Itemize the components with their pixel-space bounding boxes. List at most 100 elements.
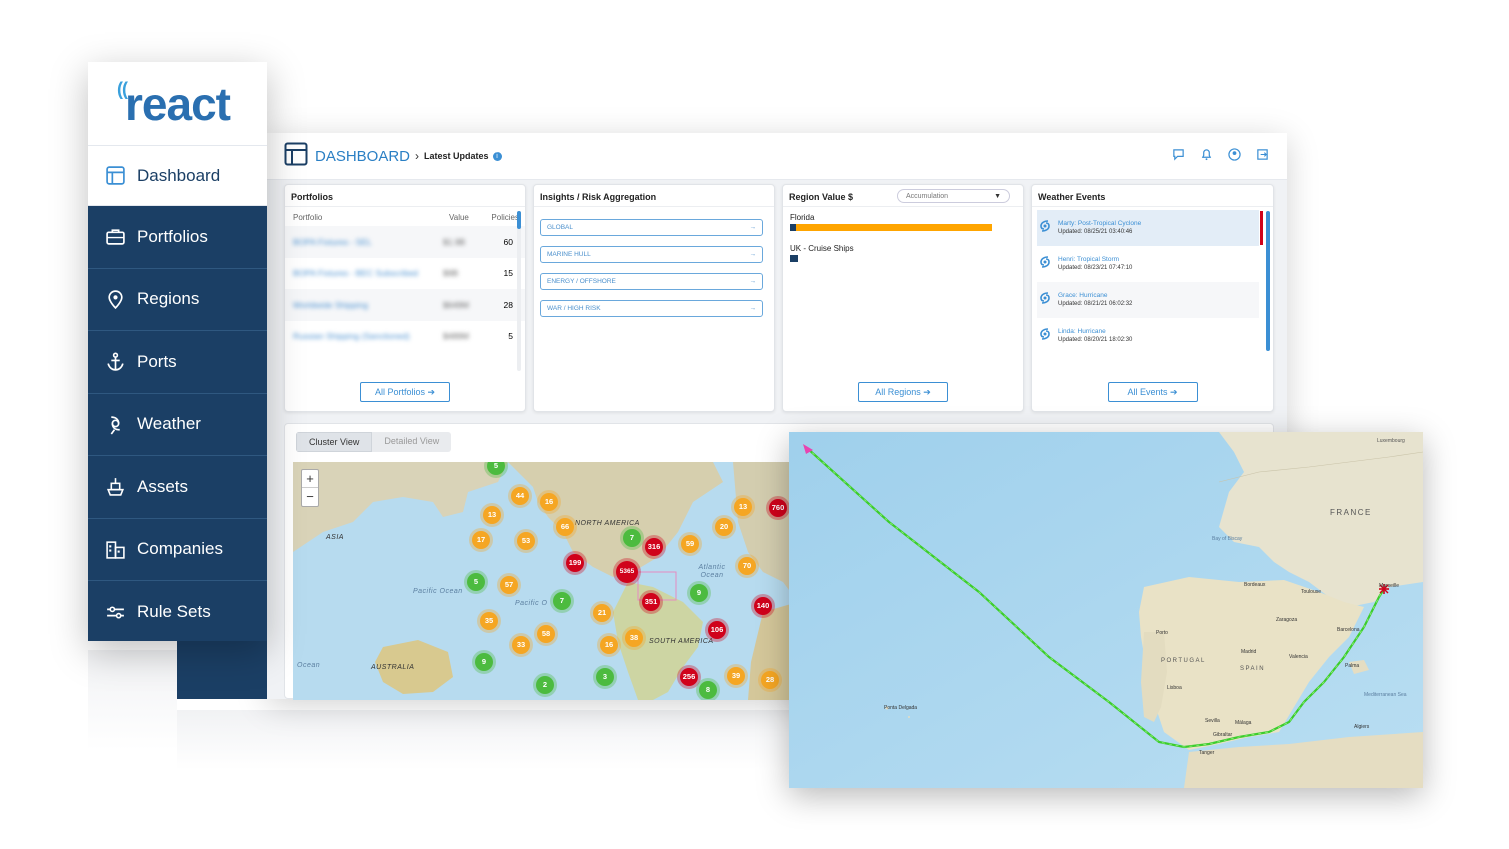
sidebar-item-weather[interactable]: Weather — [88, 394, 267, 456]
breadcrumb: Latest Updates — [424, 151, 489, 161]
hurricane-icon — [1039, 255, 1051, 274]
sidebar-item-assets[interactable]: Assets — [88, 456, 267, 519]
table-row[interactable]: Russian Shipping (Sanctioned) $489M 5 — [285, 321, 525, 353]
cluster-marker[interactable]: 13 — [483, 506, 501, 524]
cluster-marker[interactable]: 5365 — [616, 561, 638, 583]
route-map[interactable]: FRANCE SPAIN PORTUGAL Marseille Barcelona Mad… — [789, 432, 1423, 788]
all-portfolios-button[interactable]: All Portfolios ➔ — [360, 382, 450, 402]
route-map-label: Bordeaux — [1244, 582, 1266, 588]
cluster-marker[interactable]: 28 — [761, 671, 779, 689]
user-icon[interactable] — [1227, 147, 1241, 161]
event-name: Linda: Hurricane — [1058, 328, 1106, 335]
accumulation-dropdown[interactable]: Accumulation ▼ — [897, 189, 1010, 203]
sidebar-item-portfolios[interactable]: Portfolios — [88, 206, 267, 269]
cluster-marker[interactable]: 53 — [517, 532, 535, 550]
cluster-marker[interactable]: 16 — [540, 493, 558, 511]
risk-item-label: WAR / HIGH RISK — [547, 305, 601, 312]
cluster-marker[interactable]: 2 — [536, 676, 554, 694]
card-title: Insights / Risk Aggregation — [534, 185, 774, 207]
cluster-marker[interactable]: 199 — [566, 554, 584, 572]
table-row[interactable]: BOPA Fixtures - BEC Subscribed $9B 15 — [285, 258, 525, 290]
cluster-marker[interactable]: 58 — [537, 625, 555, 643]
zoom-in-button[interactable]: + — [302, 470, 318, 488]
zoom-out-button[interactable]: − — [302, 488, 318, 506]
cluster-marker[interactable]: 39 — [727, 667, 745, 685]
cluster-marker[interactable]: 35 — [480, 612, 498, 630]
weather-event-item[interactable]: Marty: Post-Tropical Cyclone Updated: 08/… — [1037, 210, 1259, 246]
risk-item-war-high-risk[interactable]: WAR / HIGH RISK → — [540, 300, 763, 317]
cluster-marker[interactable]: 3 — [596, 668, 614, 686]
chat-icon[interactable] — [1171, 147, 1185, 161]
cluster-marker[interactable]: 57 — [500, 576, 518, 594]
cluster-marker[interactable]: 21 — [593, 604, 611, 622]
weather-event-item[interactable]: Grace: Hurricane Updated: 08/21/21 06:02:… — [1037, 282, 1259, 318]
risk-item-marine-hull[interactable]: MARINE HULL → — [540, 246, 763, 263]
column-header: Value — [449, 213, 469, 222]
risk-item-label: GLOBAL — [547, 224, 574, 231]
scrollbar[interactable] — [517, 211, 521, 371]
view-toggle: Cluster View Detailed View — [296, 432, 452, 452]
logout-icon[interactable] — [1255, 147, 1269, 161]
route-map-label: Palma — [1345, 663, 1360, 669]
cluster-marker[interactable]: 16 — [600, 636, 618, 654]
portfolio-name: BOPA Fixtures - SEL — [293, 236, 372, 247]
sidebar-item-rule-sets[interactable]: Rule Sets — [88, 581, 267, 644]
table-row[interactable]: Worldwide Shipping $649M 28 — [285, 289, 525, 321]
cluster-marker[interactable]: 70 — [738, 557, 756, 575]
portfolio-value: $489M — [443, 331, 469, 342]
event-name: Grace: Hurricane — [1058, 292, 1108, 299]
cluster-marker[interactable]: 33 — [512, 636, 530, 654]
cluster-marker[interactable]: 7 — [553, 592, 571, 610]
cluster-marker[interactable]: 256 — [680, 668, 698, 686]
sidebar-item-companies[interactable]: Companies — [88, 519, 267, 581]
cluster-marker[interactable]: 9 — [475, 653, 493, 671]
scrollbar[interactable] — [1266, 211, 1270, 351]
cluster-marker[interactable]: 66 — [556, 518, 574, 536]
table-row[interactable]: BOPA Fixtures - SEL $1.9B 60 — [285, 226, 525, 258]
cluster-marker[interactable]: 9 — [690, 584, 708, 602]
portfolio-policies: 28 — [503, 299, 513, 310]
cluster-marker[interactable]: 20 — [715, 518, 733, 536]
arrow-right-icon: → — [749, 305, 757, 312]
cluster-marker[interactable]: 17 — [472, 531, 490, 549]
sidebar-item-dashboard[interactable]: Dashboard — [88, 146, 267, 206]
world-map[interactable]: + − ASIA NORTH AMERICA Pacific Ocean Pacifi… — [293, 462, 798, 700]
region-bar-uk-cruise-ships[interactable] — [790, 255, 996, 262]
bell-icon[interactable] — [1199, 147, 1213, 161]
all-regions-button[interactable]: All Regions ➔ — [858, 382, 948, 402]
cluster-marker[interactable]: 351 — [642, 593, 660, 611]
map-label: SOUTH AMERICA — [649, 638, 714, 645]
risk-item-global[interactable]: GLOBAL → — [540, 219, 763, 236]
cluster-marker[interactable]: 59 — [681, 535, 699, 553]
cluster-marker[interactable]: 8 — [699, 681, 717, 699]
sidebar-item-ports[interactable]: Ports — [88, 331, 267, 394]
risk-item-energy-offshore[interactable]: ENERGY / OFFSHORE → — [540, 273, 763, 290]
route-map-label: PORTUGAL — [1161, 658, 1206, 664]
detailed-view-button[interactable]: Detailed View — [372, 432, 452, 452]
cluster-view-button[interactable]: Cluster View — [296, 432, 373, 452]
weather-event-item[interactable]: Linda: Hurricane Updated: 08/20/21 18:02:… — [1037, 318, 1259, 354]
cluster-marker[interactable]: 44 — [511, 487, 529, 505]
region-value-card: Region Value $ Accumulation ▼ Florida UK … — [782, 184, 1024, 412]
region-bars: Florida UK - Cruise Ships — [783, 207, 1023, 262]
cluster-marker[interactable]: 38 — [625, 629, 643, 647]
portfolio-name: Russian Shipping (Sanctioned) — [293, 331, 410, 342]
cluster-marker[interactable]: 760 — [769, 499, 787, 517]
cluster-marker[interactable]: 13 — [734, 498, 752, 516]
cluster-marker[interactable]: 106 — [708, 621, 726, 639]
sidebar-item-regions[interactable]: Regions — [88, 269, 267, 331]
cluster-marker[interactable]: 5 — [467, 573, 485, 591]
all-events-button[interactable]: All Events ➔ — [1107, 382, 1198, 402]
weather-events-card: Weather Events Marty: Post-Tropical Cycl… — [1031, 184, 1274, 412]
sidebar-item-label: Weather — [137, 414, 201, 434]
route-map-label: Ponta Delgada — [884, 705, 918, 711]
weather-event-item[interactable]: Henri: Tropical Storm Updated: 08/23/21 0… — [1037, 246, 1259, 282]
cluster-marker[interactable]: 316 — [645, 538, 663, 556]
insights-card: Insights / Risk Aggregation GLOBAL → MARI… — [533, 184, 775, 412]
region-bar-florida[interactable] — [790, 224, 996, 231]
info-icon[interactable]: i — [492, 151, 502, 161]
route-map-label: Tanger — [1199, 750, 1215, 756]
cluster-marker[interactable]: 7 — [623, 529, 641, 547]
building-icon — [104, 538, 126, 560]
cluster-marker[interactable]: 140 — [754, 597, 772, 615]
